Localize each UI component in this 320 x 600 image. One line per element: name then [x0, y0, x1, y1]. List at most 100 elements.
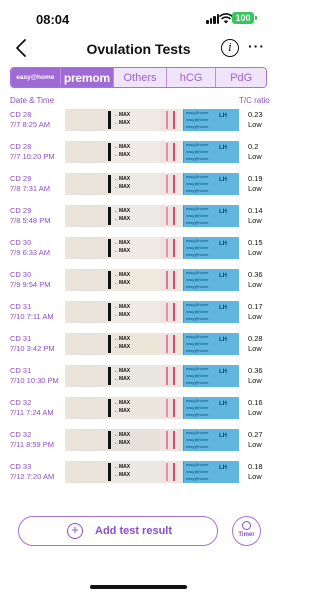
strip-lh-label: LH — [219, 369, 227, 375]
test-strip-image: ←MAX ←MAX easy@home easy@home easy@home LH — [65, 173, 239, 195]
strip-brand-text: easy@home — [186, 110, 209, 115]
strip-brand-text: easy@home — [186, 174, 209, 179]
row-ratio: 0.2 Low — [248, 142, 262, 162]
strip-max-label: MAX — [119, 336, 131, 342]
strip-max-label: MAX — [119, 152, 131, 158]
strip-brand-text: easy@home — [186, 437, 209, 442]
strip-brand-text: easy@home — [186, 142, 209, 147]
strip-lh-label: LH — [219, 465, 227, 471]
list-item[interactable]: CD 32 7/11 7:24 AM ←MAX ←MAX easy@home easy@h… — [0, 396, 277, 424]
row-date: CD 31 7/10 7:11 AM — [10, 302, 54, 322]
test-strip-image: ←MAX ←MAX easy@home easy@home easy@home LH — [65, 109, 239, 131]
info-icon[interactable]: i — [221, 39, 239, 57]
cellular-signal-icon — [206, 14, 220, 24]
strip-lh-label: LH — [219, 209, 227, 215]
row-date: CD 33 7/12 7:20 AM — [10, 462, 54, 482]
strip-brand-text: easy@home — [186, 213, 209, 218]
timer-button[interactable]: Timer — [232, 516, 261, 546]
cycle-day: CD 29 — [10, 174, 32, 183]
lh-level: Low — [248, 344, 262, 353]
timer-label: Timer — [238, 532, 255, 538]
lh-level: Low — [248, 216, 262, 225]
list-item[interactable]: CD 31 7/10 3:42 PM ←MAX ←MAX easy@home easy@h… — [0, 332, 277, 360]
more-options-icon[interactable]: ··· — [248, 38, 265, 54]
strip-max-label: MAX — [119, 208, 131, 214]
list-item[interactable]: CD 31 7/10 7:11 AM ←MAX ←MAX easy@home easy@h… — [0, 300, 277, 328]
lh-level: Low — [248, 248, 262, 257]
tab-hcg[interactable]: hCG — [166, 68, 217, 87]
strip-brand-text: easy@home — [186, 220, 209, 225]
test-datetime: 7/10 10:30 PM — [10, 376, 59, 385]
tab-premom[interactable]: premom — [60, 68, 115, 87]
row-ratio: 0.36 Low — [248, 366, 263, 386]
home-indicator — [90, 585, 187, 589]
lh-level: Low — [248, 280, 262, 289]
strip-max-label: MAX — [119, 432, 131, 438]
add-test-result-button[interactable]: + Add test result — [18, 516, 218, 546]
strip-brand-text: easy@home — [186, 124, 209, 129]
nav-bar: Ovulation Tests i ··· — [0, 34, 277, 64]
list-item[interactable]: CD 30 7/9 6:33 AM ←MAX ←MAX easy@home easy@ho… — [0, 236, 277, 264]
cycle-day: CD 28 — [10, 110, 32, 119]
strip-lh-label: LH — [219, 241, 227, 247]
easy-home-logo: easy@home — [16, 73, 55, 81]
strip-brand-text: easy@home — [186, 398, 209, 403]
strip-brand-text: easy@home — [186, 348, 209, 353]
strip-brand-text: easy@home — [186, 238, 209, 243]
lh-level: Low — [248, 120, 262, 129]
strip-lh-label: LH — [219, 401, 227, 407]
strip-brand-text: easy@home — [186, 245, 209, 250]
test-datetime: 7/9 6:33 AM — [10, 248, 51, 257]
list-item[interactable]: CD 32 7/11 8:59 PM ←MAX ←MAX easy@home easy@h… — [0, 428, 277, 456]
row-date: CD 32 7/11 7:24 AM — [10, 398, 54, 418]
strip-lh-label: LH — [219, 273, 227, 279]
row-ratio: 0.23 Low — [248, 110, 263, 130]
strip-lh-label: LH — [219, 113, 227, 119]
status-bar: 08:04 100 — [0, 0, 277, 34]
tc-ratio-value: 0.14 — [248, 206, 263, 215]
lh-level: Low — [248, 408, 262, 417]
tc-ratio-value: 0.28 — [248, 334, 263, 343]
cycle-day: CD 29 — [10, 206, 32, 215]
strip-max-label: MAX — [119, 312, 131, 318]
tab-others[interactable]: Others — [114, 68, 167, 87]
list-item[interactable]: CD 28 7/7 8:25 AM ←MAX ←MAX easy@home easy@ho… — [0, 108, 277, 136]
tc-ratio-value: 0.36 — [248, 270, 263, 279]
tab-easy-home[interactable]: easy@home — [11, 68, 61, 87]
strip-max-label: MAX — [119, 240, 131, 246]
list-item[interactable]: CD 31 7/10 10:30 PM ←MAX ←MAX easy@home easy@… — [0, 364, 277, 392]
test-datetime: 7/8 5:48 PM — [10, 216, 51, 225]
strip-lh-label: LH — [219, 433, 227, 439]
list-item[interactable]: CD 28 7/7 10:20 PM ←MAX ←MAX easy@home easy@h… — [0, 140, 277, 168]
lh-level: Low — [248, 472, 262, 481]
strip-brand-text: easy@home — [186, 444, 209, 449]
strip-brand-text: easy@home — [186, 188, 209, 193]
tab-pdg[interactable]: PdG — [216, 68, 266, 87]
list-item[interactable]: CD 30 7/9 9:54 PM ←MAX ←MAX easy@home easy@ho… — [0, 268, 277, 296]
list-item[interactable]: CD 33 7/12 7:20 AM ←MAX ←MAX easy@home easy@h… — [0, 460, 277, 488]
row-date: CD 31 7/10 3:42 PM — [10, 334, 55, 354]
test-strip-image: ←MAX ←MAX easy@home easy@home easy@home LH — [65, 333, 239, 355]
strip-max-label: MAX — [119, 472, 131, 478]
row-ratio: 0.27 Low — [248, 430, 263, 450]
row-ratio: 0.36 Low — [248, 270, 263, 290]
strip-max-label: MAX — [119, 408, 131, 414]
status-time: 08:04 — [36, 12, 70, 27]
strip-lh-label: LH — [219, 305, 227, 311]
test-strip-image: ←MAX ←MAX easy@home easy@home easy@home LH — [65, 429, 239, 451]
strip-max-label: MAX — [119, 144, 131, 150]
strip-brand-text: easy@home — [186, 469, 209, 474]
plus-circle-icon: + — [67, 523, 83, 539]
lh-level: Low — [248, 184, 262, 193]
list-item[interactable]: CD 29 7/8 5:48 PM ←MAX ←MAX easy@home easy@ho… — [0, 204, 277, 232]
test-datetime: 7/10 7:11 AM — [10, 312, 54, 321]
list-item[interactable]: CD 29 7/8 7:31 AM ←MAX ←MAX easy@home easy@ho… — [0, 172, 277, 200]
row-ratio: 0.18 Low — [248, 462, 263, 482]
strip-brand-text: easy@home — [186, 277, 209, 282]
tc-ratio-value: 0.18 — [248, 462, 263, 471]
strip-max-label: MAX — [119, 400, 131, 406]
lh-level: Low — [248, 440, 262, 449]
test-datetime: 7/10 3:42 PM — [10, 344, 55, 353]
row-date: CD 28 7/7 8:25 AM — [10, 110, 50, 130]
wifi-icon — [219, 13, 233, 24]
